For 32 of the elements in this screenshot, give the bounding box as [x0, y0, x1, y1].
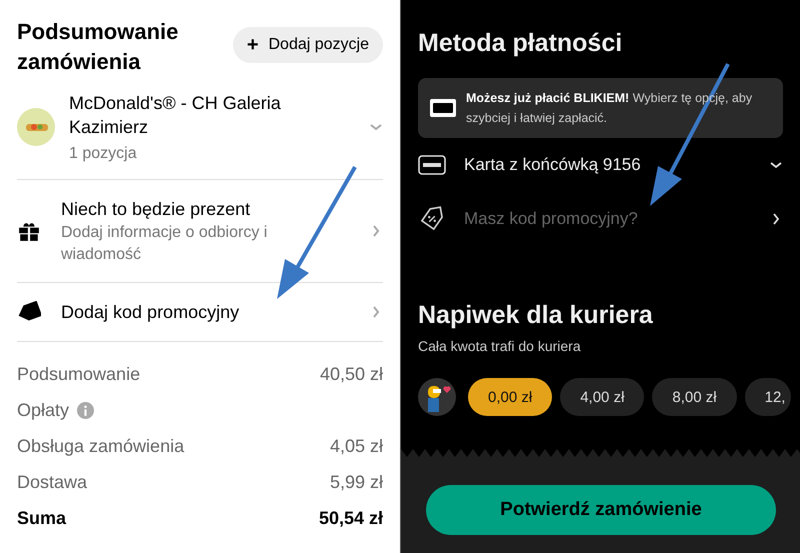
discount-tag-icon	[418, 206, 446, 232]
section-title: Metoda płatności	[418, 28, 624, 59]
line-label: Opłaty	[17, 400, 70, 420]
line-label: Suma	[17, 508, 66, 528]
payment-card-row[interactable]: Karta z końcówką 9156	[418, 138, 783, 192]
line-amount: 4,05 zł	[330, 436, 383, 456]
tip-option[interactable]: 8,00 zł	[652, 378, 737, 416]
option-title: Dodaj kod promocyjny	[61, 301, 240, 324]
tip-option[interactable]: 4,00 zł	[560, 378, 644, 416]
restaurant-name: McDonald's® - CH Galeria Kazimierz	[69, 92, 282, 139]
add-items-button[interactable]: + Dodaj pozycje	[232, 27, 383, 63]
confirm-order-button[interactable]: Potwierdź zamówienie	[426, 485, 776, 535]
line-amount: 50,54 zł	[318, 508, 383, 528]
section-title: Napiwek dla kuriera	[418, 300, 654, 331]
option-subtitle: Dodaj informacje o odbiorcy i wiadomość	[61, 223, 268, 265]
food-thumbnail-icon	[17, 108, 55, 146]
tip-option[interactable]: 0,00 zł	[468, 378, 552, 416]
line-label: Obsługa zamówienia	[17, 436, 184, 456]
option-title: Niech to będzie prezent	[61, 198, 252, 221]
tag-icon	[17, 301, 41, 323]
line-label: Podsumowanie	[17, 364, 140, 384]
item-count: 1 pozycja	[69, 145, 138, 163]
line-amount: 40,50 zł	[320, 364, 383, 384]
card-icon	[418, 152, 446, 178]
section-title: Podsumowanie zamówienia	[17, 18, 180, 76]
tip-option[interactable]: 12,	[744, 378, 792, 416]
line-label: Dostawa	[17, 472, 88, 492]
section-subtitle: Cała kwota trafi do kuriera	[418, 338, 582, 354]
courier-icon	[418, 378, 456, 416]
info-icon[interactable]	[77, 402, 94, 418]
line-amount: 5,99 zł	[330, 472, 383, 492]
promo-code-field[interactable]: Masz kod promocyjny?	[464, 209, 751, 229]
